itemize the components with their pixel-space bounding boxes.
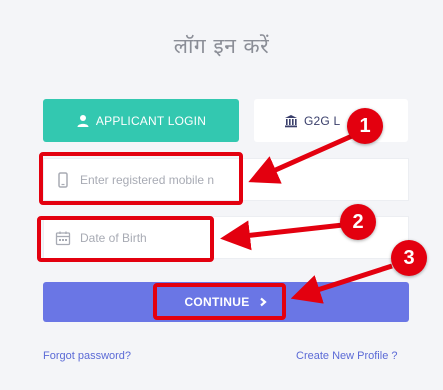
arrow-3 [290, 263, 393, 304]
arrow-2 [220, 220, 344, 251]
annotation-badge-2: 2 [340, 204, 376, 240]
annotation-arrows [220, 133, 393, 304]
arrow-1 [248, 133, 354, 184]
annotation-badge-3: 3 [391, 240, 427, 276]
annotation-badge-1: 1 [347, 108, 383, 144]
